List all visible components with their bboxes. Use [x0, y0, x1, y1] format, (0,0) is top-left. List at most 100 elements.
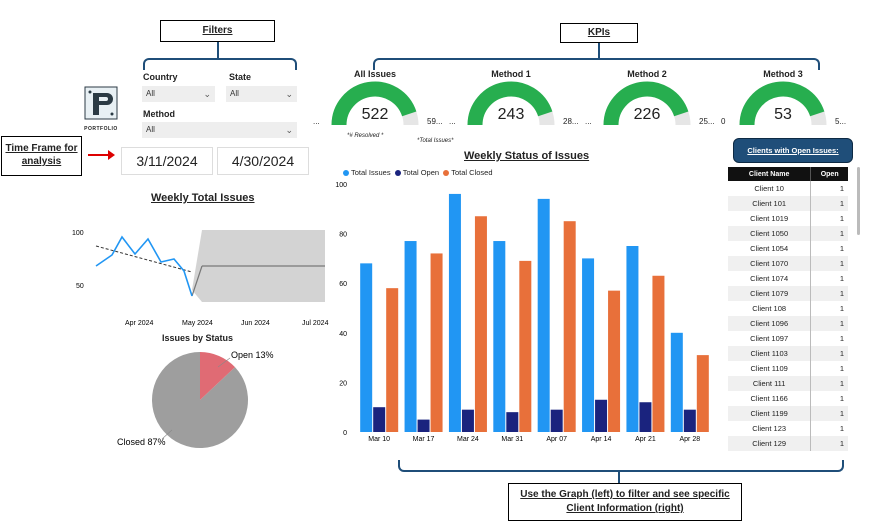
y-tick: 80: [339, 232, 347, 239]
kpi-value: 243: [497, 106, 525, 123]
bar-total-closed[interactable]: [474, 216, 487, 432]
x-tick: Apr 2024: [125, 320, 154, 327]
table-row[interactable]: Client 111 1: [728, 376, 848, 391]
pie-open-label: Open 13%: [231, 350, 274, 360]
client-name-cell: Client 111: [728, 376, 811, 391]
clients-title-button[interactable]: Clients with Open Issues:: [733, 138, 853, 163]
bar-total-issues[interactable]: [537, 198, 550, 432]
bar-total-open[interactable]: [550, 409, 563, 432]
table-row[interactable]: Client 108 1: [728, 301, 848, 316]
kpi-value: 522: [361, 106, 389, 123]
client-name-cell: Client 1054: [750, 244, 789, 253]
weekly-total-chart: 100 50 Apr 2024 May 2024 Jun 2024 Jul 20…: [72, 230, 329, 327]
legend-item: Total Issues: [343, 168, 391, 177]
client-name-cell: Client 101: [728, 196, 811, 211]
bar-total-closed[interactable]: [652, 275, 665, 432]
col-client-name[interactable]: Client Name: [728, 167, 811, 181]
table-scrollbar[interactable]: [857, 167, 860, 235]
kpi-note-resolved: *# Resolved *: [347, 133, 384, 139]
bar-total-issues[interactable]: [582, 258, 595, 432]
x-tick: Mar 31: [501, 436, 523, 443]
open-count-cell: 1: [810, 211, 848, 226]
weekly-status-chart: 0 20 40 60 80 100 Mar 10 Mar 17 Mar 24 Mar 31 Apr …: [335, 182, 709, 443]
table-row[interactable]: Client 1079 1: [728, 286, 848, 301]
bottom-bracket: [398, 460, 844, 472]
country-dropdown[interactable]: All ⌄: [142, 86, 215, 102]
end-date-input[interactable]: 4/30/2024: [217, 147, 309, 175]
table-row[interactable]: Client 1103 1: [728, 346, 848, 361]
state-label: State: [229, 72, 252, 82]
bar-total-open[interactable]: [417, 419, 430, 432]
country-label: Country: [143, 72, 178, 82]
y-tick: 20: [339, 380, 347, 387]
table-row[interactable]: Client 101 1: [728, 196, 848, 211]
table-row[interactable]: Client 1054 1: [728, 241, 848, 256]
table-row[interactable]: Client 1109 1: [728, 361, 848, 376]
open-count-cell: 1: [810, 361, 848, 376]
table-row[interactable]: Client 1070 1: [728, 256, 848, 271]
table-row[interactable]: Client 1097 1: [728, 331, 848, 346]
y-tick: 50: [76, 283, 84, 290]
x-tick: Mar 10: [368, 436, 390, 443]
timeframe-arrow: [88, 154, 110, 156]
table-row[interactable]: Client 1019 1: [728, 211, 848, 226]
open-count-cell: 1: [810, 181, 848, 196]
bar-total-issues[interactable]: [670, 332, 683, 432]
y-tick: 0: [343, 430, 347, 437]
chevron-down-icon: ⌄: [285, 125, 293, 135]
client-name-cell: Client 1019: [750, 214, 789, 223]
bar-total-open[interactable]: [373, 407, 386, 432]
bar-total-issues[interactable]: [404, 241, 417, 432]
kpi-gauge: [739, 81, 827, 126]
method-dropdown[interactable]: All ⌄: [142, 122, 297, 138]
filters-bracket: [143, 58, 297, 70]
state-dropdown[interactable]: All ⌄: [226, 86, 297, 102]
bar-total-open[interactable]: [639, 402, 652, 432]
client-name-cell: Client 108: [752, 304, 787, 313]
kpi-min: ...: [313, 117, 320, 126]
kpi-min: ...: [449, 117, 456, 126]
table-row[interactable]: Client 1050 1: [728, 226, 848, 241]
y-tick: 60: [339, 281, 347, 288]
pie-title: Issues by Status: [162, 333, 234, 343]
bar-total-open[interactable]: [506, 412, 519, 432]
bar-total-closed[interactable]: [386, 288, 399, 432]
table-row[interactable]: Client 1096 1: [728, 316, 848, 331]
clients-table: Client Name Open Client 10 1 Client 101 1 Cl…: [728, 167, 848, 451]
open-count-cell: 1: [810, 436, 848, 451]
x-tick: Mar 24: [457, 436, 479, 443]
client-name-cell: Client 1079: [728, 286, 811, 301]
bar-total-closed[interactable]: [563, 221, 576, 432]
bar-total-issues[interactable]: [626, 246, 639, 432]
y-tick: 40: [339, 331, 347, 338]
table-row[interactable]: Client 1074 1: [728, 271, 848, 286]
kpi-gauge: [467, 81, 555, 126]
start-date-input[interactable]: 3/11/2024: [121, 147, 213, 175]
open-count-cell: 1: [810, 316, 848, 331]
bar-total-closed[interactable]: [430, 253, 443, 432]
table-row[interactable]: Client 10 1: [728, 181, 848, 196]
bar-total-open[interactable]: [461, 409, 474, 432]
filters-callout: Filters: [160, 20, 275, 42]
open-count-cell: 1: [810, 376, 848, 391]
bar-total-issues[interactable]: [360, 263, 373, 432]
table-row[interactable]: Client 123 1: [728, 421, 848, 436]
bar-total-issues[interactable]: [493, 241, 506, 432]
bar-total-closed[interactable]: [696, 355, 709, 432]
kpi-gauge: [603, 81, 691, 126]
issues-pie-chart: Open 13% Closed 87%: [117, 350, 274, 448]
kpi-value: 226: [633, 106, 661, 123]
bar-total-open[interactable]: [595, 399, 608, 432]
table-row[interactable]: Client 1199 1: [728, 406, 848, 421]
client-name-cell: Client 1050: [728, 226, 811, 241]
col-open[interactable]: Open: [810, 167, 848, 181]
bar-total-issues[interactable]: [448, 193, 461, 432]
table-row[interactable]: Client 1166 1: [728, 391, 848, 406]
open-count-cell: 1: [810, 196, 848, 211]
bar-total-closed[interactable]: [608, 290, 621, 432]
table-row[interactable]: Client 129 1: [728, 436, 848, 451]
bar-total-closed[interactable]: [519, 260, 532, 432]
weekly-status-legend: Total Issues Total Open Total Closed: [343, 168, 493, 177]
bar-total-open[interactable]: [683, 409, 696, 432]
x-tick: Apr 14: [591, 436, 612, 443]
